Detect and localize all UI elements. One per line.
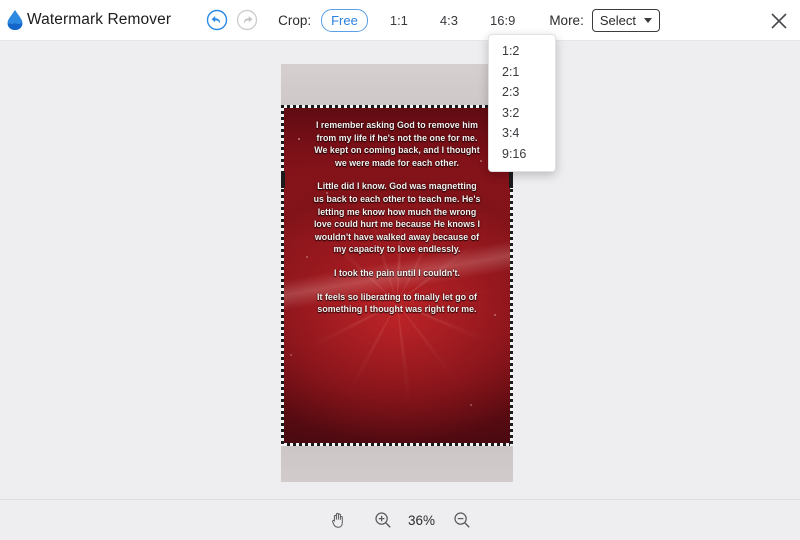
chevron-down-icon (643, 17, 652, 23)
crop-selection-region[interactable]: I remember asking God to remove him from… (281, 105, 513, 446)
more-label: More: (549, 12, 584, 28)
crop-handle-right[interactable] (509, 171, 513, 188)
undo-circle-icon (206, 9, 228, 31)
ratio-free-button[interactable]: Free (321, 8, 368, 32)
image-preview[interactable]: I remember asking God to remove him from… (281, 64, 513, 482)
water-drop-logo-icon (4, 8, 26, 32)
quote-paragraph-2: Little did I know. God was magnetting us… (313, 181, 481, 255)
dropdown-item-3-2[interactable]: 3:2 (489, 103, 555, 123)
zoom-out-button[interactable] (451, 509, 473, 531)
pan-tool-button[interactable] (327, 509, 349, 531)
crop-handle-left[interactable] (281, 171, 285, 188)
image-top-band (281, 64, 513, 105)
ratio-4-3-button[interactable]: 4:3 (430, 9, 468, 32)
dropdown-item-1-2[interactable]: 1:2 (489, 41, 555, 61)
quote-paragraph-3: I took the pain until I couldn't. (334, 267, 460, 278)
zoom-in-icon (375, 512, 391, 528)
undo-button[interactable] (206, 9, 228, 31)
dropdown-item-9-16[interactable]: 9:16 (489, 144, 555, 164)
quote-paragraph-1: I remember asking God to remove him from… (314, 120, 480, 168)
quote-overlay: I remember asking God to remove him from… (281, 105, 513, 446)
status-bar: 36% (0, 499, 800, 540)
dropdown-item-2-1[interactable]: 2:1 (489, 62, 555, 82)
redo-button (236, 9, 258, 31)
brand: Watermark Remover (4, 8, 171, 32)
image-bottom-band (281, 446, 513, 482)
ratio-select-value: Select (599, 12, 636, 28)
hand-pan-icon (332, 512, 343, 528)
ratio-dropdown-menu: 1:2 2:1 2:3 3:2 3:4 9:16 (488, 34, 556, 172)
close-button[interactable] (767, 9, 791, 33)
ratio-16-9-button[interactable]: 16:9 (480, 9, 525, 32)
dropdown-item-3-4[interactable]: 3:4 (489, 123, 555, 143)
toolbar: Watermark Remover Crop: Free 1:1 4:3 16:… (0, 0, 800, 41)
redo-circle-icon (236, 9, 258, 31)
ratio-1-1-button[interactable]: 1:1 (380, 9, 418, 32)
zoom-level-label: 36% (407, 512, 436, 528)
zoom-out-icon (454, 512, 470, 528)
zoom-in-button[interactable] (372, 509, 394, 531)
editor-canvas[interactable]: I remember asking God to remove him from… (0, 41, 800, 498)
dropdown-item-2-3[interactable]: 2:3 (489, 82, 555, 102)
crop-label: Crop: (278, 12, 312, 28)
close-icon (771, 13, 787, 29)
aspect-ratio-group: Free 1:1 4:3 16:9 (321, 8, 525, 32)
ratio-select-dropdown-button[interactable]: Select (591, 8, 660, 32)
quote-paragraph-4: It feels so liberating to finally let go… (316, 291, 478, 315)
app-root: Watermark Remover Crop: Free 1:1 4:3 16:… (0, 0, 800, 540)
app-title: Watermark Remover (27, 11, 172, 28)
